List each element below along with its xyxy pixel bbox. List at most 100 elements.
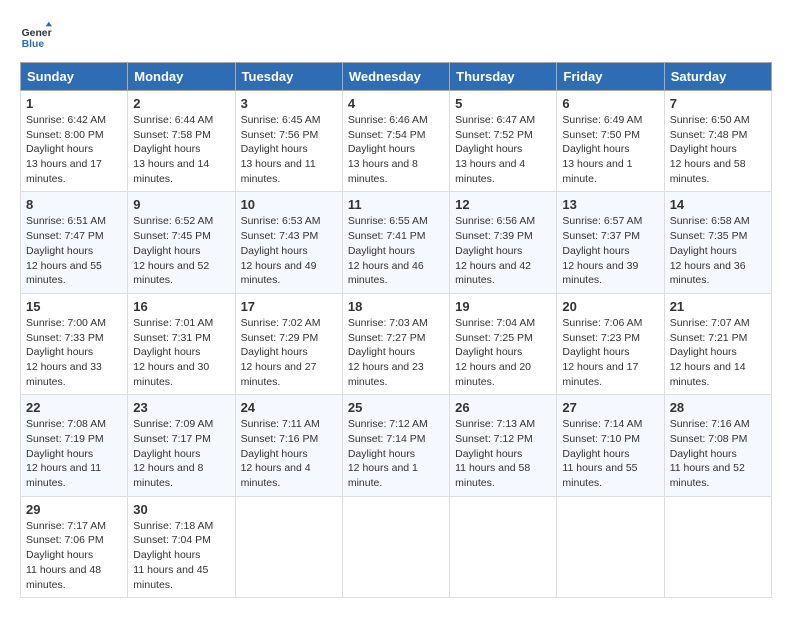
day-detail: Sunrise: 7:18 AM Sunset: 7:04 PM Dayligh… bbox=[133, 519, 229, 592]
day-detail: Sunrise: 6:55 AM Sunset: 7:41 PM Dayligh… bbox=[348, 214, 444, 287]
day-number: 30 bbox=[133, 502, 229, 517]
day-number: 23 bbox=[133, 400, 229, 415]
calendar-cell: 27 Sunrise: 7:14 AM Sunset: 7:10 PM Dayl… bbox=[557, 395, 664, 496]
day-number: 19 bbox=[455, 299, 551, 314]
day-detail: Sunrise: 7:07 AM Sunset: 7:21 PM Dayligh… bbox=[670, 316, 766, 389]
calendar-cell: 14 Sunrise: 6:58 AM Sunset: 7:35 PM Dayl… bbox=[664, 192, 771, 293]
day-detail: Sunrise: 7:00 AM Sunset: 7:33 PM Dayligh… bbox=[26, 316, 122, 389]
day-number: 17 bbox=[241, 299, 337, 314]
day-detail: Sunrise: 6:57 AM Sunset: 7:37 PM Dayligh… bbox=[562, 214, 658, 287]
calendar-cell: 4 Sunrise: 6:46 AM Sunset: 7:54 PM Dayli… bbox=[342, 91, 449, 192]
day-number: 27 bbox=[562, 400, 658, 415]
day-number: 16 bbox=[133, 299, 229, 314]
calendar-cell: 13 Sunrise: 6:57 AM Sunset: 7:37 PM Dayl… bbox=[557, 192, 664, 293]
day-number: 6 bbox=[562, 96, 658, 111]
day-detail: Sunrise: 7:01 AM Sunset: 7:31 PM Dayligh… bbox=[133, 316, 229, 389]
day-number: 14 bbox=[670, 197, 766, 212]
day-detail: Sunrise: 7:09 AM Sunset: 7:17 PM Dayligh… bbox=[133, 417, 229, 490]
calendar-cell: 8 Sunrise: 6:51 AM Sunset: 7:47 PM Dayli… bbox=[21, 192, 128, 293]
day-number: 29 bbox=[26, 502, 122, 517]
column-header-tuesday: Tuesday bbox=[235, 63, 342, 91]
calendar-cell: 26 Sunrise: 7:13 AM Sunset: 7:12 PM Dayl… bbox=[450, 395, 557, 496]
calendar-cell: 19 Sunrise: 7:04 AM Sunset: 7:25 PM Dayl… bbox=[450, 293, 557, 394]
day-number: 8 bbox=[26, 197, 122, 212]
week-row-5: 29 Sunrise: 7:17 AM Sunset: 7:06 PM Dayl… bbox=[21, 496, 772, 597]
svg-text:General: General bbox=[22, 28, 52, 39]
day-number: 21 bbox=[670, 299, 766, 314]
calendar-cell: 23 Sunrise: 7:09 AM Sunset: 7:17 PM Dayl… bbox=[128, 395, 235, 496]
calendar-cell: 18 Sunrise: 7:03 AM Sunset: 7:27 PM Dayl… bbox=[342, 293, 449, 394]
day-number: 3 bbox=[241, 96, 337, 111]
calendar-cell: 1 Sunrise: 6:42 AM Sunset: 8:00 PM Dayli… bbox=[21, 91, 128, 192]
day-number: 11 bbox=[348, 197, 444, 212]
calendar-cell: 20 Sunrise: 7:06 AM Sunset: 7:23 PM Dayl… bbox=[557, 293, 664, 394]
calendar-cell: 12 Sunrise: 6:56 AM Sunset: 7:39 PM Dayl… bbox=[450, 192, 557, 293]
calendar-cell: 28 Sunrise: 7:16 AM Sunset: 7:08 PM Dayl… bbox=[664, 395, 771, 496]
day-number: 15 bbox=[26, 299, 122, 314]
calendar-header-row: SundayMondayTuesdayWednesdayThursdayFrid… bbox=[21, 63, 772, 91]
day-number: 24 bbox=[241, 400, 337, 415]
calendar-cell bbox=[557, 496, 664, 597]
week-row-1: 1 Sunrise: 6:42 AM Sunset: 8:00 PM Dayli… bbox=[21, 91, 772, 192]
day-detail: Sunrise: 6:56 AM Sunset: 7:39 PM Dayligh… bbox=[455, 214, 551, 287]
calendar-cell: 3 Sunrise: 6:45 AM Sunset: 7:56 PM Dayli… bbox=[235, 91, 342, 192]
column-header-sunday: Sunday bbox=[21, 63, 128, 91]
day-detail: Sunrise: 7:17 AM Sunset: 7:06 PM Dayligh… bbox=[26, 519, 122, 592]
calendar-cell: 7 Sunrise: 6:50 AM Sunset: 7:48 PM Dayli… bbox=[664, 91, 771, 192]
day-detail: Sunrise: 7:08 AM Sunset: 7:19 PM Dayligh… bbox=[26, 417, 122, 490]
calendar-table: SundayMondayTuesdayWednesdayThursdayFrid… bbox=[20, 62, 772, 598]
calendar-cell: 2 Sunrise: 6:44 AM Sunset: 7:58 PM Dayli… bbox=[128, 91, 235, 192]
calendar-cell: 22 Sunrise: 7:08 AM Sunset: 7:19 PM Dayl… bbox=[21, 395, 128, 496]
column-header-monday: Monday bbox=[128, 63, 235, 91]
day-detail: Sunrise: 6:49 AM Sunset: 7:50 PM Dayligh… bbox=[562, 113, 658, 186]
day-detail: Sunrise: 7:12 AM Sunset: 7:14 PM Dayligh… bbox=[348, 417, 444, 490]
day-detail: Sunrise: 6:45 AM Sunset: 7:56 PM Dayligh… bbox=[241, 113, 337, 186]
day-number: 12 bbox=[455, 197, 551, 212]
day-detail: Sunrise: 7:16 AM Sunset: 7:08 PM Dayligh… bbox=[670, 417, 766, 490]
column-header-thursday: Thursday bbox=[450, 63, 557, 91]
day-detail: Sunrise: 6:44 AM Sunset: 7:58 PM Dayligh… bbox=[133, 113, 229, 186]
calendar-cell: 10 Sunrise: 6:53 AM Sunset: 7:43 PM Dayl… bbox=[235, 192, 342, 293]
day-number: 20 bbox=[562, 299, 658, 314]
day-detail: Sunrise: 6:42 AM Sunset: 8:00 PM Dayligh… bbox=[26, 113, 122, 186]
day-detail: Sunrise: 7:02 AM Sunset: 7:29 PM Dayligh… bbox=[241, 316, 337, 389]
day-number: 13 bbox=[562, 197, 658, 212]
week-row-3: 15 Sunrise: 7:00 AM Sunset: 7:33 PM Dayl… bbox=[21, 293, 772, 394]
day-detail: Sunrise: 7:03 AM Sunset: 7:27 PM Dayligh… bbox=[348, 316, 444, 389]
page-header: General Blue bbox=[20, 20, 772, 52]
calendar-cell bbox=[450, 496, 557, 597]
week-row-2: 8 Sunrise: 6:51 AM Sunset: 7:47 PM Dayli… bbox=[21, 192, 772, 293]
day-number: 22 bbox=[26, 400, 122, 415]
day-number: 2 bbox=[133, 96, 229, 111]
calendar-cell: 24 Sunrise: 7:11 AM Sunset: 7:16 PM Dayl… bbox=[235, 395, 342, 496]
day-detail: Sunrise: 7:13 AM Sunset: 7:12 PM Dayligh… bbox=[455, 417, 551, 490]
day-detail: Sunrise: 7:11 AM Sunset: 7:16 PM Dayligh… bbox=[241, 417, 337, 490]
calendar-cell: 30 Sunrise: 7:18 AM Sunset: 7:04 PM Dayl… bbox=[128, 496, 235, 597]
day-detail: Sunrise: 6:50 AM Sunset: 7:48 PM Dayligh… bbox=[670, 113, 766, 186]
calendar-cell: 25 Sunrise: 7:12 AM Sunset: 7:14 PM Dayl… bbox=[342, 395, 449, 496]
day-detail: Sunrise: 6:53 AM Sunset: 7:43 PM Dayligh… bbox=[241, 214, 337, 287]
day-number: 7 bbox=[670, 96, 766, 111]
day-detail: Sunrise: 6:47 AM Sunset: 7:52 PM Dayligh… bbox=[455, 113, 551, 186]
day-detail: Sunrise: 7:04 AM Sunset: 7:25 PM Dayligh… bbox=[455, 316, 551, 389]
calendar-cell bbox=[235, 496, 342, 597]
calendar-cell: 9 Sunrise: 6:52 AM Sunset: 7:45 PM Dayli… bbox=[128, 192, 235, 293]
column-header-friday: Friday bbox=[557, 63, 664, 91]
calendar-cell: 17 Sunrise: 7:02 AM Sunset: 7:29 PM Dayl… bbox=[235, 293, 342, 394]
calendar-cell bbox=[342, 496, 449, 597]
calendar-cell: 5 Sunrise: 6:47 AM Sunset: 7:52 PM Dayli… bbox=[450, 91, 557, 192]
week-row-4: 22 Sunrise: 7:08 AM Sunset: 7:19 PM Dayl… bbox=[21, 395, 772, 496]
day-number: 1 bbox=[26, 96, 122, 111]
day-detail: Sunrise: 7:06 AM Sunset: 7:23 PM Dayligh… bbox=[562, 316, 658, 389]
day-number: 4 bbox=[348, 96, 444, 111]
day-detail: Sunrise: 6:58 AM Sunset: 7:35 PM Dayligh… bbox=[670, 214, 766, 287]
calendar-cell bbox=[664, 496, 771, 597]
calendar-cell: 29 Sunrise: 7:17 AM Sunset: 7:06 PM Dayl… bbox=[21, 496, 128, 597]
calendar-cell: 15 Sunrise: 7:00 AM Sunset: 7:33 PM Dayl… bbox=[21, 293, 128, 394]
calendar-cell: 6 Sunrise: 6:49 AM Sunset: 7:50 PM Dayli… bbox=[557, 91, 664, 192]
column-header-saturday: Saturday bbox=[664, 63, 771, 91]
day-detail: Sunrise: 6:51 AM Sunset: 7:47 PM Dayligh… bbox=[26, 214, 122, 287]
calendar-cell: 11 Sunrise: 6:55 AM Sunset: 7:41 PM Dayl… bbox=[342, 192, 449, 293]
day-number: 25 bbox=[348, 400, 444, 415]
day-detail: Sunrise: 6:46 AM Sunset: 7:54 PM Dayligh… bbox=[348, 113, 444, 186]
